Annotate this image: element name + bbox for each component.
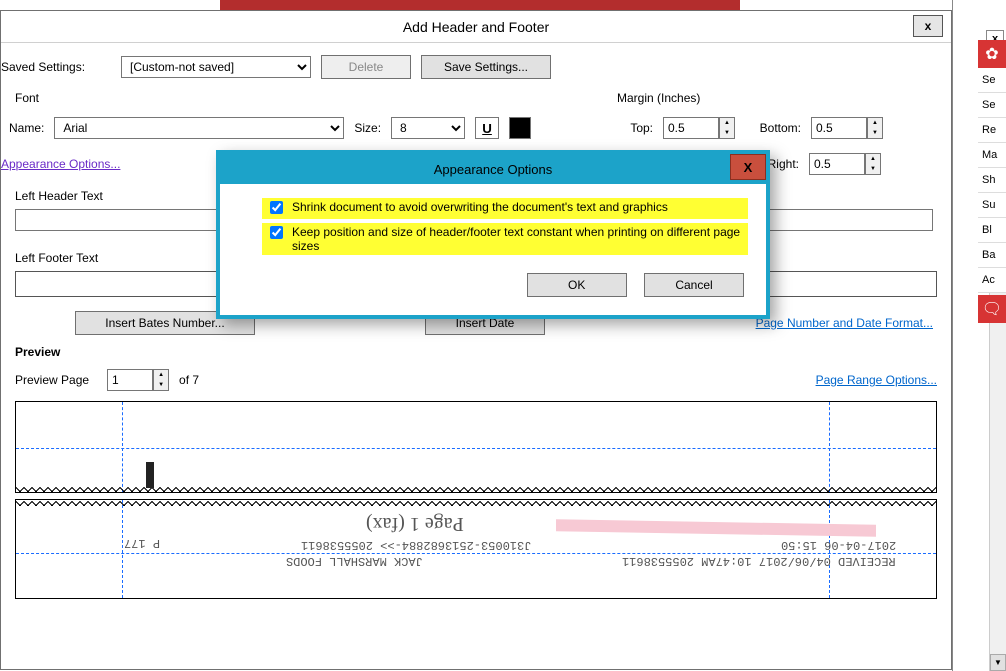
shrink-document-label: Shrink document to avoid overwriting the… <box>292 200 668 214</box>
tool-item[interactable]: Bl <box>978 218 1006 243</box>
dialog-close-button[interactable]: x <box>913 15 943 37</box>
font-size-label: Size: <box>354 121 381 135</box>
tool-item[interactable]: Su <box>978 193 1006 218</box>
preview-section: Preview Preview Page ▲▼ of 7 Page Range … <box>1 335 951 599</box>
appearance-button-row: OK Cancel <box>238 259 748 301</box>
preview-page-spinner[interactable]: ▲▼ <box>107 369 169 391</box>
spin-down-icon[interactable]: ▼ <box>720 128 734 138</box>
preview-sample-p: P 177 <box>124 536 160 550</box>
preview-page-total: of 7 <box>179 373 199 387</box>
preview-page-label: Preview Page <box>15 373 89 387</box>
appearance-options-link[interactable]: Appearance Options... <box>1 157 120 171</box>
preview-mark <box>146 462 154 488</box>
font-header: Font <box>15 91 617 105</box>
appearance-ok-button[interactable]: OK <box>527 273 627 297</box>
appearance-options-dialog: Appearance Options X Shrink document to … <box>216 150 770 319</box>
speech-bubble-icon: 🗨 <box>982 299 1002 319</box>
scroll-down-icon[interactable]: ▼ <box>990 654 1006 671</box>
app-accent-bar <box>220 0 740 10</box>
margin-top-spinner[interactable]: ▲▼ <box>663 117 735 139</box>
tool-item[interactable]: Se <box>978 68 1006 93</box>
tool-item[interactable]: Ac <box>978 268 1006 293</box>
preview-sample-right2: RECEIVED 04/06/2017 10:47AM 2055538611 <box>622 554 896 568</box>
appearance-close-button[interactable]: X <box>730 154 766 180</box>
appearance-titlebar: Appearance Options X <box>220 154 766 184</box>
spin-down-icon[interactable]: ▼ <box>868 128 882 138</box>
dialog-body: Saved Settings: [Custom-not saved] Delet… <box>1 43 951 669</box>
saved-settings-label: Saved Settings: <box>1 60 111 74</box>
tools-comment-icon[interactable]: 🗨 <box>978 295 1006 323</box>
saved-settings-row: Saved Settings: [Custom-not saved] Delet… <box>1 43 951 91</box>
keep-position-checkbox[interactable] <box>270 226 283 239</box>
margin-top-label: Top: <box>603 121 653 135</box>
tool-item[interactable]: Ba <box>978 243 1006 268</box>
margin-bottom-spinner[interactable]: ▲▼ <box>811 117 883 139</box>
tool-item[interactable]: Se <box>978 93 1006 118</box>
tool-item[interactable]: Sh <box>978 168 1006 193</box>
header-footer-dialog: Add Header and Footer x Saved Settings: … <box>0 10 952 670</box>
margin-top-input[interactable] <box>663 117 719 139</box>
keep-position-label: Keep position and size of header/footer … <box>292 225 744 253</box>
preview-sample-right1: 2017-04-06 15:50 <box>781 538 896 552</box>
spin-down-icon[interactable]: ▼ <box>154 380 168 390</box>
preview-sample-page: Page 1 (fax) <box>366 512 464 535</box>
margin-bottom-input[interactable] <box>811 117 867 139</box>
page-date-format-link[interactable]: Page Number and Date Format... <box>756 316 933 330</box>
margin-right-spinner[interactable]: ▲▼ <box>809 153 881 175</box>
preview-sample-jack: JACK MARSHALL FOODS <box>286 554 423 568</box>
shrink-document-checkbox[interactable] <box>270 201 283 214</box>
appearance-title: Appearance Options <box>434 162 553 177</box>
close-icon: x <box>925 19 932 33</box>
spin-up-icon[interactable]: ▲ <box>866 154 880 164</box>
spin-up-icon[interactable]: ▲ <box>720 118 734 128</box>
font-name-select[interactable]: Arial <box>54 117 344 139</box>
underline-button[interactable]: U <box>475 117 499 139</box>
font-name-label: Name: <box>9 121 44 135</box>
spin-up-icon[interactable]: ▲ <box>154 370 168 380</box>
preview-pink-strip <box>556 519 876 537</box>
margin-header: Margin (Inches) <box>617 91 700 105</box>
keep-position-row: Keep position and size of header/footer … <box>262 223 748 255</box>
font-size-select[interactable]: 8 <box>391 117 465 139</box>
delete-button[interactable]: Delete <box>321 55 411 79</box>
margin-bottom-label: Bottom: <box>745 121 801 135</box>
dialog-title: Add Header and Footer <box>403 19 549 35</box>
spin-down-icon[interactable]: ▼ <box>866 164 880 174</box>
appearance-cancel-button[interactable]: Cancel <box>644 273 744 297</box>
margin-right-input[interactable] <box>809 153 865 175</box>
dialog-titlebar: Add Header and Footer x <box>1 11 951 43</box>
tool-item[interactable]: Ma <box>978 143 1006 168</box>
tools-gear-icon[interactable]: ✿ <box>978 40 1006 68</box>
save-settings-button[interactable]: Save Settings... <box>421 55 551 79</box>
shrink-document-row: Shrink document to avoid overwriting the… <box>262 198 748 219</box>
gear-icon: ✿ <box>985 44 998 64</box>
preview-sample-num: J310053-2513682884->> 2055538611 <box>301 538 531 552</box>
preview-page-input[interactable] <box>107 369 153 391</box>
preview-footer-canvas: Page 1 (fax) P 177 J310053-2513682884->>… <box>15 499 937 599</box>
appearance-body: Shrink document to avoid overwriting the… <box>220 184 766 315</box>
tool-item[interactable]: Re <box>978 118 1006 143</box>
spin-up-icon[interactable]: ▲ <box>868 118 882 128</box>
preview-header-canvas <box>15 401 937 493</box>
close-icon: X <box>744 160 753 175</box>
tools-panel: ✿ Se Se Re Ma Sh Su Bl Ba Ac 🗨 <box>978 40 1006 323</box>
preview-header: Preview <box>15 345 937 359</box>
page-range-link[interactable]: Page Range Options... <box>816 373 937 387</box>
saved-settings-select[interactable]: [Custom-not saved] <box>121 56 311 78</box>
font-color-swatch[interactable] <box>509 117 531 139</box>
